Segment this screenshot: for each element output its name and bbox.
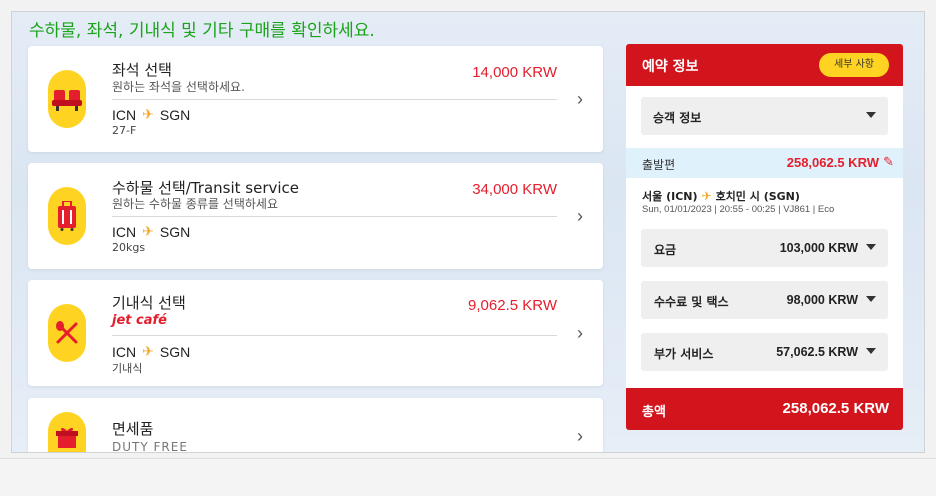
total-amount: 258,062.5 KRW xyxy=(782,400,889,417)
card-price: 34,000 KRW xyxy=(472,181,557,198)
jet-cafe-logo: jet café xyxy=(112,313,167,328)
divider xyxy=(112,216,557,217)
card-detail: 20kgs xyxy=(112,241,146,254)
total-row: 총액 258,062.5 KRW xyxy=(626,388,903,430)
fee-amount: 103,000 KRW xyxy=(779,241,858,255)
route-from: 서울 (ICN) xyxy=(642,190,698,203)
dest-code: SGN xyxy=(159,343,191,360)
outbound-label: 출발편 xyxy=(642,158,676,172)
chevron-down-icon xyxy=(866,296,876,302)
fee-label: 부가 서비스 xyxy=(654,347,714,361)
chevron-right-icon[interactable]: › xyxy=(577,323,583,344)
fee-label: 요금 xyxy=(654,243,677,257)
card-title: 면세품 xyxy=(112,420,154,438)
details-button[interactable]: 세부 사항 xyxy=(819,53,889,77)
addon-dropdown[interactable]: 부가 서비스 57,062.5 KRW xyxy=(641,333,888,371)
fare-dropdown[interactable]: 요금 103,000 KRW xyxy=(641,229,888,267)
origin-code: ICN xyxy=(112,106,137,123)
fee-label: 수수료 및 택스 xyxy=(654,295,729,309)
outbound-amount: 258,062.5 KRW xyxy=(786,155,879,170)
plane-icon: ✈ xyxy=(142,223,154,239)
flight-info: Sun, 01/01/2023 | 20:55 - 00:25 | VJ861 … xyxy=(642,204,835,215)
passenger-label: 승객 정보 xyxy=(653,111,702,125)
chevron-right-icon[interactable]: › xyxy=(577,89,583,110)
flight-route: 서울 (ICN) ✈ 호치민 시 (SGN) xyxy=(642,188,800,204)
duty-free-logo: DUTY FREE xyxy=(112,440,188,453)
card-detail: 기내식 xyxy=(112,362,143,375)
plane-icon: ✈ xyxy=(142,343,154,359)
meal-icon xyxy=(48,304,86,362)
tax-dropdown[interactable]: 수수료 및 택스 98,000 KRW xyxy=(641,281,888,319)
origin-code: ICN xyxy=(112,343,137,360)
edit-icon[interactable]: ✎ xyxy=(883,154,894,170)
page-headline: 수하물, 좌석, 기내식 및 기타 구매를 확인하세요. xyxy=(29,21,375,41)
seat-icon xyxy=(48,70,86,128)
fee-amount: 98,000 KRW xyxy=(786,293,858,307)
panel-title: 예약 정보 xyxy=(642,59,699,75)
chevron-right-icon[interactable]: › xyxy=(577,206,583,227)
dest-code: SGN xyxy=(159,106,191,123)
total-label: 총액 xyxy=(642,405,666,420)
card-title: 좌석 선택 xyxy=(112,61,172,79)
divider xyxy=(112,335,557,336)
card-detail: 27-F xyxy=(112,124,137,137)
booking-info-panel: 예약 정보 세부 사항 승객 정보 출발편 258,062.5 KRW ✎ 서울… xyxy=(626,44,903,430)
outbound-row: 출발편 258,062.5 KRW ✎ xyxy=(626,148,903,178)
meal-selection-card[interactable]: 기내식 선택 jet café 9,062.5 KRW ICN ✈ SGN 기내… xyxy=(28,280,603,386)
origin-code: ICN xyxy=(112,223,137,240)
route-to: 호치민 시 (SGN) xyxy=(715,190,800,203)
card-title: 기내식 선택 xyxy=(112,294,186,312)
passenger-info-dropdown[interactable]: 승객 정보 xyxy=(641,97,888,135)
card-price: 14,000 KRW xyxy=(472,64,557,81)
gift-icon xyxy=(48,412,86,452)
dest-code: SGN xyxy=(159,223,191,240)
seat-selection-card[interactable]: 좌석 선택 원하는 좌석을 선택하세요. 14,000 KRW ICN ✈ SG… xyxy=(28,46,603,152)
card-subtitle: 원하는 좌석을 선택하세요. xyxy=(112,80,245,94)
divider xyxy=(112,99,557,100)
bottom-bar xyxy=(0,458,936,496)
chevron-right-icon[interactable]: › xyxy=(577,426,583,447)
plane-icon: ✈ xyxy=(701,189,712,203)
baggage-selection-card[interactable]: 수하물 선택/Transit service 원하는 수하물 종류를 선택하세요… xyxy=(28,163,603,269)
route: ICN ✈ SGN xyxy=(112,106,190,123)
route: ICN ✈ SGN xyxy=(112,343,190,360)
card-price: 9,062.5 KRW xyxy=(468,297,557,314)
chevron-down-icon xyxy=(866,348,876,354)
main-frame: 수하물, 좌석, 기내식 및 기타 구매를 확인하세요. 좌석 선택 원하는 좌… xyxy=(11,11,925,453)
luggage-icon xyxy=(48,187,86,245)
panel-header: 예약 정보 세부 사항 xyxy=(626,44,903,86)
plane-icon: ✈ xyxy=(142,106,154,122)
chevron-down-icon xyxy=(866,112,876,118)
fee-amount: 57,062.5 KRW xyxy=(776,345,858,359)
chevron-down-icon xyxy=(866,244,876,250)
route: ICN ✈ SGN xyxy=(112,223,190,240)
duty-free-card[interactable]: 면세품 DUTY FREE › xyxy=(28,398,603,453)
card-subtitle: 원하는 수하물 종류를 선택하세요 xyxy=(112,197,279,211)
